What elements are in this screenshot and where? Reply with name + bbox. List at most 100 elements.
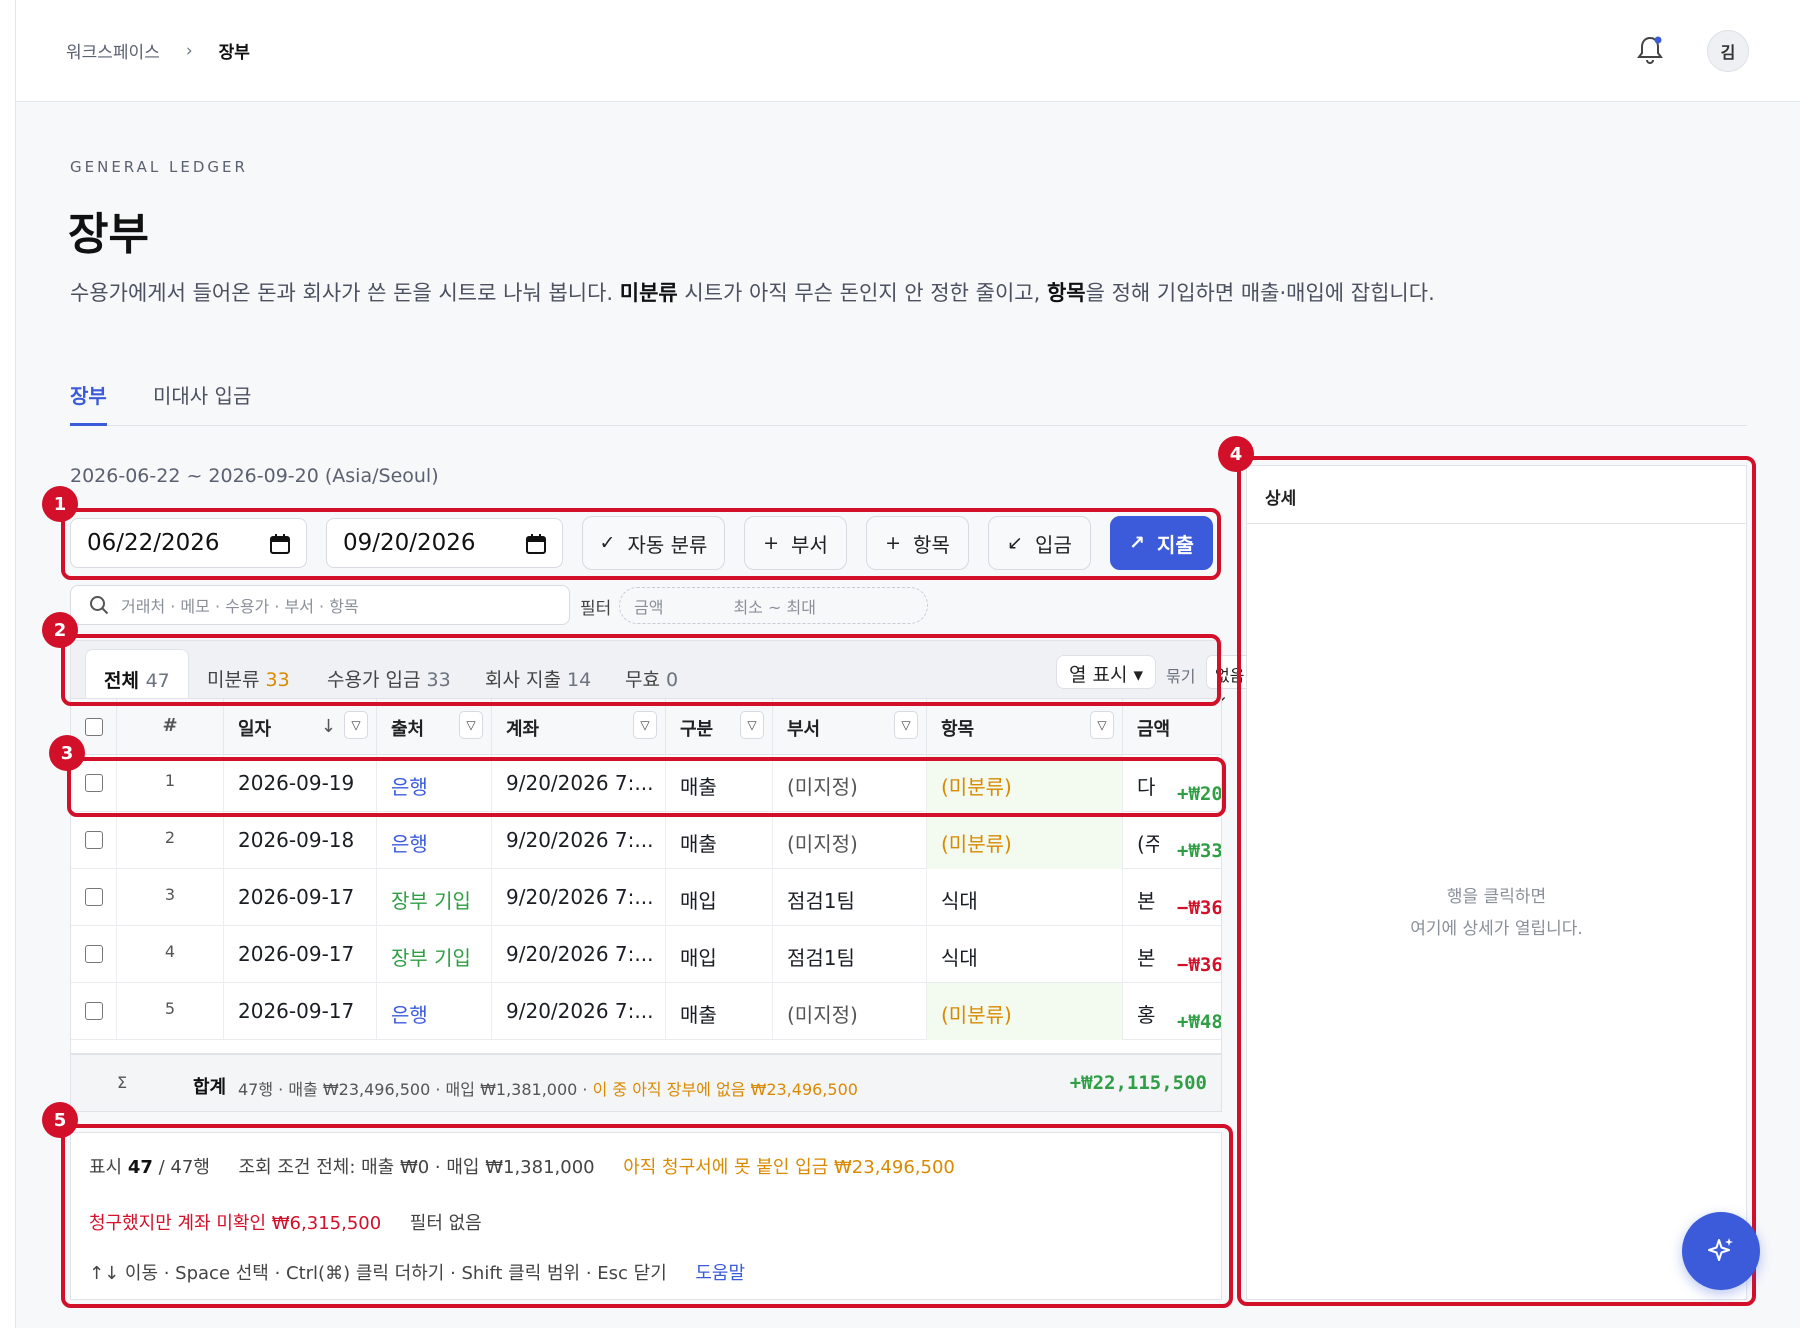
row-source[interactable]: 은행 bbox=[377, 755, 492, 812]
deposit-button[interactable]: ↙ 입금 bbox=[988, 516, 1091, 570]
sidebar-edge bbox=[0, 0, 16, 1328]
col-dept-label: 부서 bbox=[787, 719, 821, 740]
col-amount[interactable]: 금액 bbox=[1123, 699, 1221, 755]
table-row[interactable]: 5 2026-09-17 은행 9/20/2026 7:... 매출 (미지정) (미분류)… bbox=[71, 983, 1221, 1040]
row-select-cell bbox=[71, 926, 117, 983]
filter-icon[interactable]: ▽ bbox=[344, 711, 368, 739]
select-all-checkbox[interactable] bbox=[85, 718, 103, 736]
sheet-tab-customer-deposit[interactable]: 수용가 입금 33 bbox=[309, 655, 469, 699]
check-icon: ✓ bbox=[599, 532, 616, 554]
detail-empty-line: 행을 클릭하면 bbox=[1446, 887, 1547, 907]
row-select-cell bbox=[71, 869, 117, 926]
row-checkbox[interactable] bbox=[85, 831, 103, 849]
search-input[interactable]: 거래처 · 메모 · 수용가 · 부서 · 항목 bbox=[70, 585, 570, 625]
table-row[interactable]: 2 2026-09-18 은행 9/20/2026 7:... 매출 (미지정) (미분류)… bbox=[71, 812, 1221, 869]
row-source[interactable]: 장부 기입 bbox=[377, 926, 492, 983]
add-dept-label: 부서 bbox=[791, 532, 828, 557]
sigma-icon: Σ bbox=[117, 1073, 128, 1092]
avatar[interactable]: 김 bbox=[1707, 30, 1749, 72]
row-memo-snippet: (주 bbox=[1137, 832, 1159, 856]
row-account: 9/20/2026 7:... bbox=[492, 926, 666, 983]
auto-classify-button[interactable]: ✓ 자동 분류 bbox=[582, 516, 725, 570]
status-unbilled-deposits[interactable]: 아직 청구서에 못 붙인 입금 ₩23,496,500 bbox=[623, 1157, 955, 1178]
filter-icon[interactable]: ▽ bbox=[740, 711, 764, 739]
row-item[interactable]: (미분류) bbox=[927, 812, 1123, 869]
col-type[interactable]: 구분 ▽ bbox=[666, 699, 773, 755]
row-type: 매입 bbox=[666, 926, 773, 983]
desc-bold: 미분류 bbox=[619, 281, 678, 305]
col-date[interactable]: 일자 ↓ ▽ bbox=[224, 699, 377, 755]
status-bar: 표시 47 / 47행 조회 조건 전체: 매출 ₩0 · 매입 ₩1,381,… bbox=[70, 1132, 1222, 1300]
desc-part: 수용가에게서 들어온 돈과 회사가 쓴 돈을 시트로 나눠 봅니다. bbox=[70, 281, 620, 305]
status-unconfirmed[interactable]: 청구했지만 계좌 미확인 ₩6,315,500 bbox=[89, 1213, 381, 1234]
table-row[interactable]: 4 2026-09-17 장부 기입 9/20/2026 7:... 매입 점검1팀 식대 본… bbox=[71, 926, 1221, 983]
filter-label: 필터 bbox=[580, 599, 612, 619]
row-select-cell bbox=[71, 812, 117, 869]
expense-button[interactable]: ↗ 지출 bbox=[1110, 516, 1213, 570]
expense-label: 지출 bbox=[1157, 532, 1194, 557]
filter-icon[interactable]: ▽ bbox=[459, 711, 483, 739]
sheet-tab-label: 수용가 입금 bbox=[327, 669, 421, 691]
filter-icon[interactable]: ▽ bbox=[1090, 711, 1114, 739]
row-item[interactable]: (미분류) bbox=[927, 983, 1123, 1040]
group-by-label: 묶기 bbox=[1166, 667, 1196, 686]
row-checkbox[interactable] bbox=[85, 945, 103, 963]
page-title: 장부 bbox=[68, 209, 149, 260]
totals-desc-text: 47행 · 매출 ₩23,496,500 · 매입 ₩1,381,000 · bbox=[238, 1080, 593, 1099]
sheet-tab-unclassified[interactable]: 미분류 33 bbox=[189, 655, 308, 699]
amount-filter[interactable]: 금액 최소 ~ 최대 bbox=[619, 587, 928, 624]
ai-assistant-button[interactable] bbox=[1682, 1212, 1760, 1290]
col-item[interactable]: 항목 ▽ bbox=[927, 699, 1123, 755]
row-checkbox[interactable] bbox=[85, 1002, 103, 1020]
col-source[interactable]: 출처 ▽ bbox=[377, 699, 492, 755]
add-item-label: 항목 bbox=[913, 532, 950, 557]
row-dept: (미지정) bbox=[773, 755, 927, 812]
group-by-value: 없음 bbox=[1215, 666, 1245, 685]
sheet-tab-void[interactable]: 무효 0 bbox=[607, 655, 696, 699]
row-index: 4 bbox=[117, 926, 224, 983]
table-row[interactable]: 3 2026-09-17 장부 기입 9/20/2026 7:... 매입 점검1팀 식대 본… bbox=[71, 869, 1221, 926]
row-item[interactable]: 식대 bbox=[927, 926, 1123, 983]
calendar-icon[interactable] bbox=[270, 534, 290, 554]
detail-empty-state: 행을 클릭하면여기에 상세가 열립니다. bbox=[1247, 881, 1746, 945]
row-date: 2026-09-18 bbox=[224, 812, 377, 869]
add-dept-button[interactable]: + 부서 bbox=[744, 516, 847, 570]
table-row[interactable]: 1 2026-09-19 은행 9/20/2026 7:... 매출 (미지정) (미분류)… bbox=[71, 755, 1222, 812]
tab-unreconciled-deposits[interactable]: 미대사 입금 bbox=[153, 380, 251, 423]
row-source[interactable]: 장부 기입 bbox=[377, 869, 492, 926]
row-source[interactable]: 은행 bbox=[377, 812, 492, 869]
row-amount: +₩200,0 bbox=[1177, 783, 1222, 805]
sheet-tab-count: 47 bbox=[145, 670, 170, 692]
col-account[interactable]: 계좌 ▽ bbox=[492, 699, 666, 755]
row-dept: 점검1팀 bbox=[773, 926, 927, 983]
sheet-tab-all[interactable]: 전체 47 bbox=[85, 649, 189, 699]
sheet-tab-company-expense[interactable]: 회사 지출 14 bbox=[467, 655, 609, 699]
column-toggle-button[interactable]: 열 표시 ▾ bbox=[1056, 655, 1157, 689]
start-date-input[interactable]: 06/22/2026 bbox=[70, 518, 307, 568]
help-link[interactable]: 도움말 bbox=[695, 1263, 745, 1284]
breadcrumb-workspace[interactable]: 워크스페이스 bbox=[66, 38, 160, 63]
col-dept[interactable]: 부서 ▽ bbox=[773, 699, 927, 755]
start-date-value: 06/22/2026 bbox=[87, 530, 220, 556]
row-account: 9/20/2026 7:... bbox=[492, 755, 666, 812]
detail-empty-line: 여기에 상세가 열립니다. bbox=[1410, 919, 1583, 939]
filter-icon[interactable]: ▽ bbox=[894, 711, 918, 739]
end-date-input[interactable]: 09/20/2026 bbox=[326, 518, 563, 568]
row-type: 매입 bbox=[666, 869, 773, 926]
row-item[interactable]: (미분류) bbox=[927, 755, 1123, 812]
arrow-down-left-icon: ↙ bbox=[1007, 532, 1024, 554]
filter-icon[interactable]: ▽ bbox=[633, 711, 657, 739]
row-checkbox[interactable] bbox=[85, 888, 103, 906]
calendar-icon[interactable] bbox=[526, 534, 546, 554]
sheet-tab-count: 0 bbox=[666, 669, 679, 691]
row-checkbox[interactable] bbox=[85, 774, 103, 792]
breadcrumb: 워크스페이스 › 장부 bbox=[66, 38, 250, 64]
bell-icon[interactable] bbox=[1635, 34, 1665, 66]
row-source[interactable]: 은행 bbox=[377, 983, 492, 1040]
row-item[interactable]: 식대 bbox=[927, 869, 1123, 926]
tab-ledger[interactable]: 장부 bbox=[70, 380, 107, 426]
amount-filter-label: 금액 bbox=[634, 597, 664, 617]
add-item-button[interactable]: + 항목 bbox=[866, 516, 969, 570]
sort-desc-icon[interactable]: ↓ bbox=[321, 716, 336, 737]
row-type: 매출 bbox=[666, 755, 773, 812]
